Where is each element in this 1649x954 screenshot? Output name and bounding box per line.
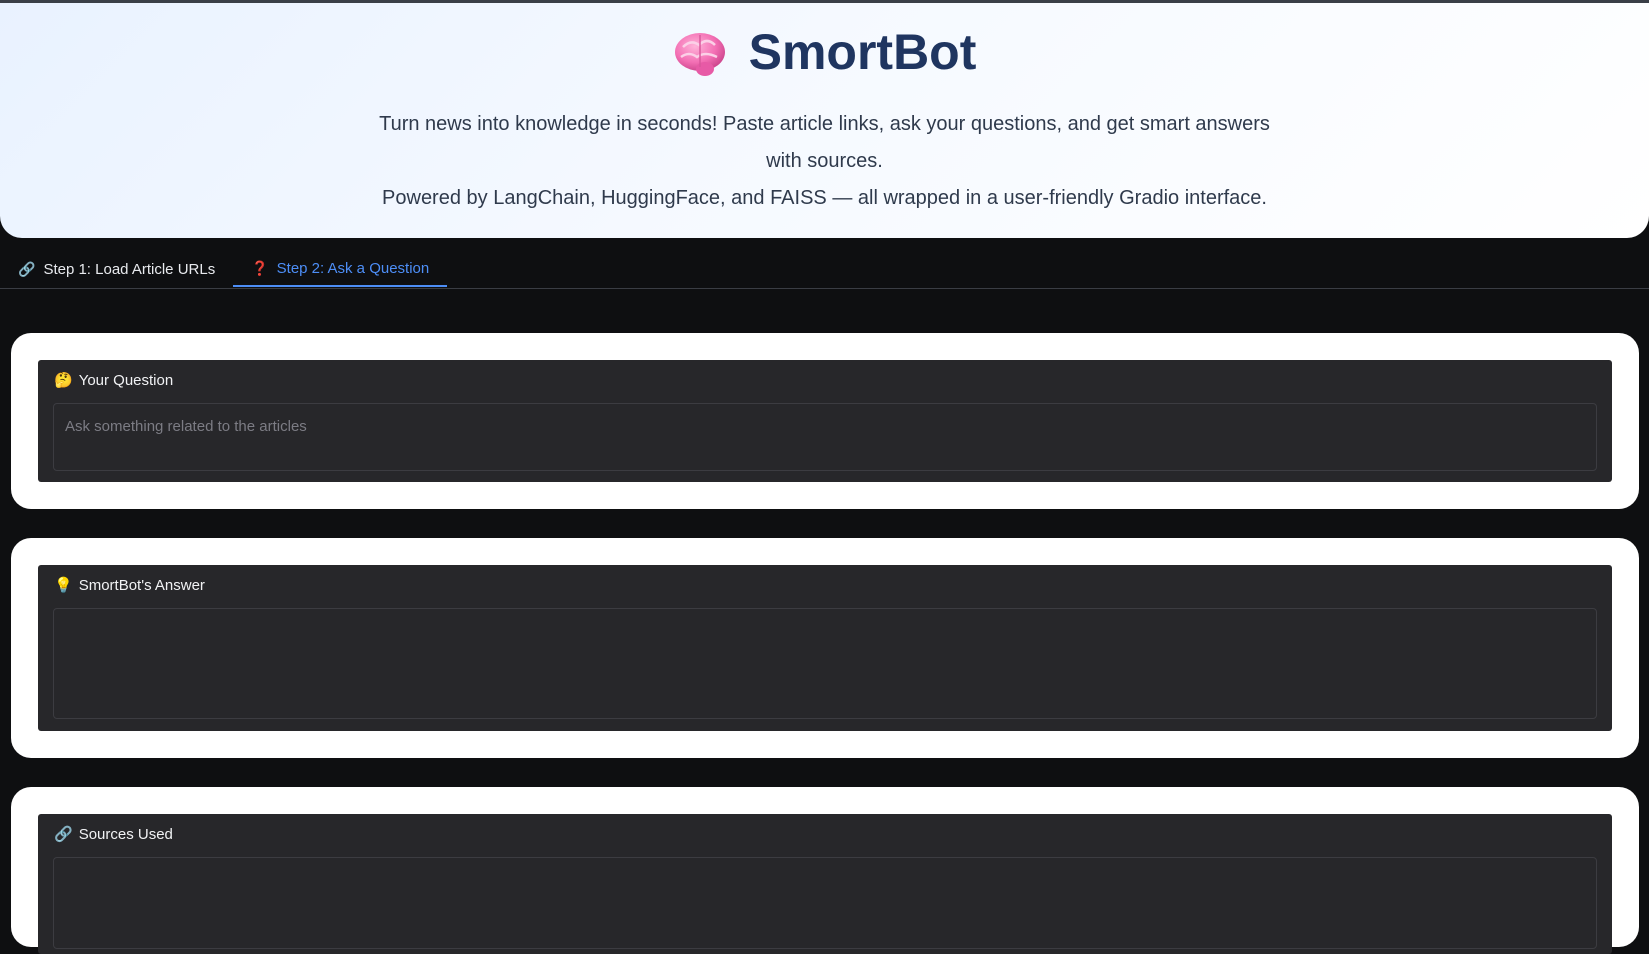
question-label: 🤔 Your Question (54, 372, 173, 389)
question-label-text: Your Question (78, 372, 174, 389)
question-card: 🤔 Your Question (11, 333, 1639, 509)
link-icon: 🔗 (54, 826, 73, 843)
brain-icon (674, 33, 725, 76)
page-title: SmortBot (0, 3, 1649, 86)
answer-label-text: SmortBot's Answer (78, 577, 205, 594)
question-panel: 🤔 Your Question (38, 360, 1612, 482)
sources-label-text: Sources Used (78, 826, 173, 843)
tab-load-urls[interactable]: 🔗 Step 1: Load Article URLs (0, 252, 233, 287)
lightbulb-icon: 💡 (54, 577, 73, 594)
app-description: Turn news into knowledge in seconds! Pas… (365, 106, 1285, 217)
tab-bar: 🔗 Step 1: Load Article URLs ❓ Step 2: As… (0, 252, 1649, 289)
question-field (53, 403, 1597, 471)
sources-field (53, 857, 1597, 949)
tab-ask-question-label: Step 2: Ask a Question (276, 260, 430, 277)
link-icon: 🔗 (18, 261, 36, 277)
question-input[interactable] (54, 404, 1596, 470)
answer-output[interactable] (54, 609, 1596, 718)
question-icon: ❓ (251, 260, 269, 276)
tab-ask-question[interactable]: ❓ Step 2: Ask a Question (233, 252, 448, 287)
app-title: SmortBot (748, 24, 977, 80)
sources-label: 🔗 Sources Used (54, 826, 173, 843)
answer-card: 💡 SmortBot's Answer (11, 538, 1639, 758)
answer-label: 💡 SmortBot's Answer (54, 577, 205, 594)
description-line-1: Turn news into knowledge in seconds! Pas… (379, 113, 1270, 172)
sources-output[interactable] (54, 858, 1596, 948)
sources-card: 🔗 Sources Used (11, 787, 1639, 954)
tab-load-urls-label: Step 1: Load Article URLs (43, 261, 216, 278)
thinking-face-icon: 🤔 (54, 372, 73, 389)
answer-field (53, 608, 1597, 719)
description-line-2: Powered by LangChain, HuggingFace, and F… (382, 187, 1267, 209)
answer-panel: 💡 SmortBot's Answer (38, 565, 1612, 731)
header-banner: SmortBot Turn news into knowledge in sec… (0, 3, 1649, 238)
sources-panel: 🔗 Sources Used (38, 814, 1612, 954)
